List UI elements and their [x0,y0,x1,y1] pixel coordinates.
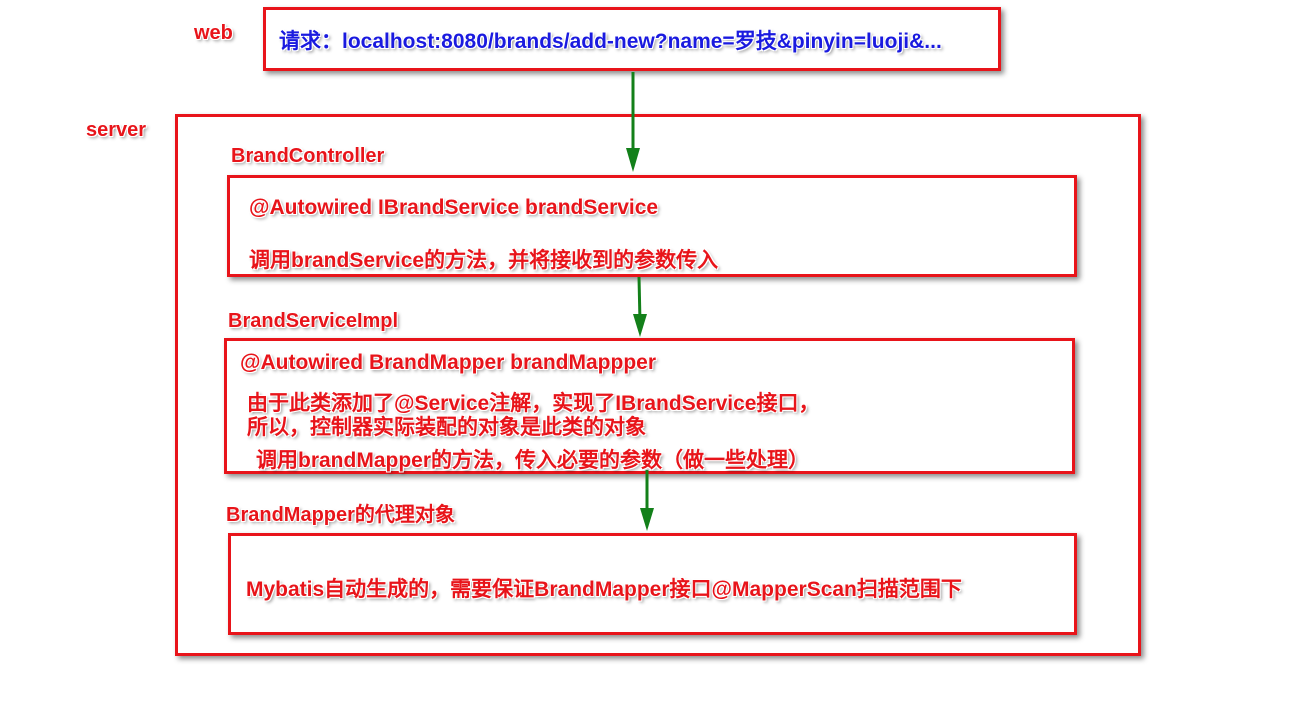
arrow-service-to-mapper [640,470,654,531]
arrow-web-to-controller [626,72,640,172]
arrow-controller-to-service [633,276,647,337]
flow-arrows [626,72,654,531]
